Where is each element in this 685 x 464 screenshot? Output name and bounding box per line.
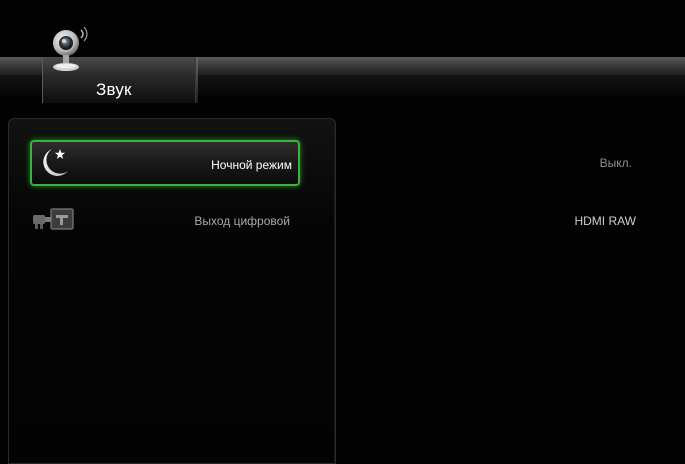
header-divider bbox=[196, 57, 198, 103]
menu-item-night-mode[interactable]: Ночной режим bbox=[30, 140, 300, 186]
night-mode-value: Выкл. bbox=[599, 156, 632, 170]
menu-item-label: Выход цифровой bbox=[194, 214, 290, 228]
digital-output-icon bbox=[33, 208, 74, 230]
menu-item-digital-output[interactable]: Выход цифровой bbox=[30, 198, 300, 244]
menu-item-label: Ночной режим bbox=[211, 158, 292, 172]
screen: Звук Ночной режим Выход цифровой Выкл. H… bbox=[0, 0, 685, 464]
moon-star-icon bbox=[43, 149, 68, 176]
page-title: Звук bbox=[96, 80, 132, 99]
panel-divider bbox=[334, 125, 335, 462]
webcam-icon bbox=[53, 26, 88, 71]
digital-output-value: HDMI RAW bbox=[574, 214, 636, 228]
